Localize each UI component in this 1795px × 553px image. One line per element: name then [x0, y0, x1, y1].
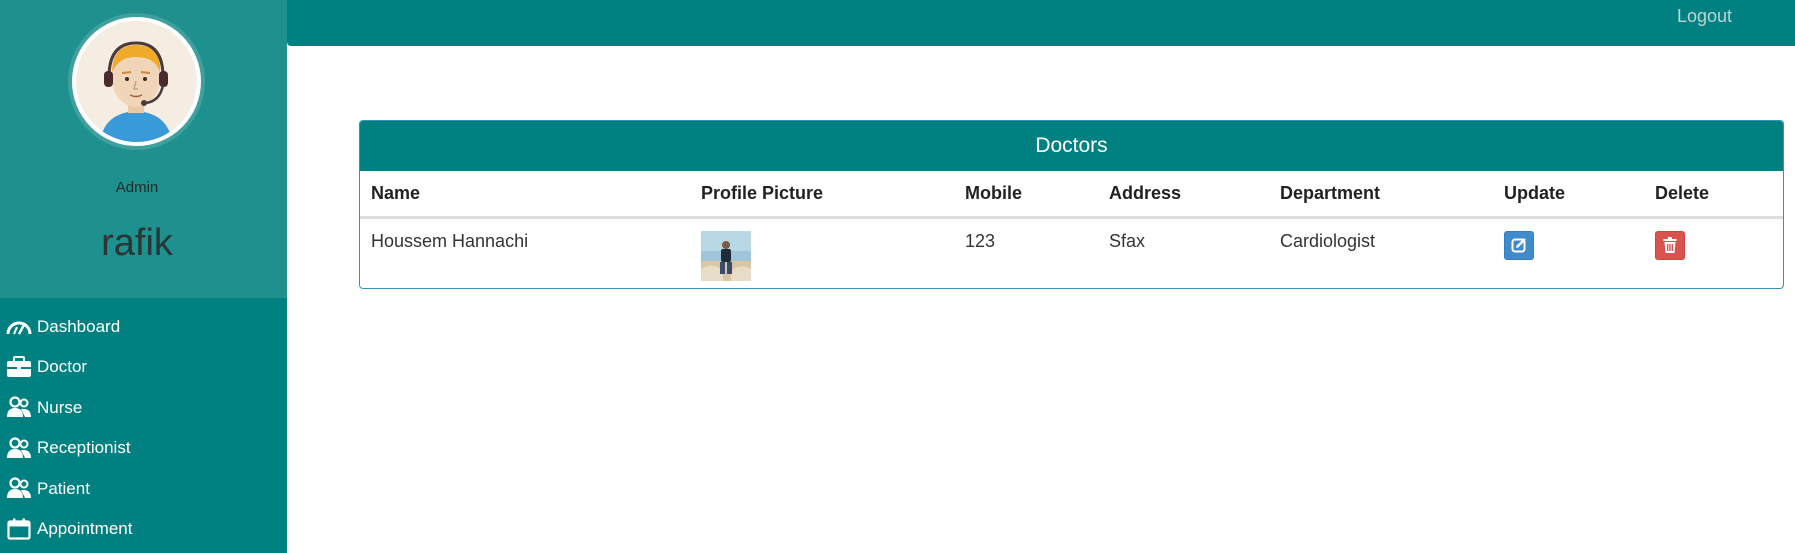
- column-header-name: Name: [360, 171, 690, 219]
- edit-icon: [1511, 238, 1526, 253]
- column-header-department: Department: [1269, 171, 1493, 219]
- sidebar-item-dashboard[interactable]: Dashboard: [0, 306, 287, 347]
- profile-section: Admin rafik: [0, 0, 287, 298]
- user-name: rafik: [101, 222, 173, 264]
- sidebar-item-receptionist[interactable]: Receptionist: [0, 428, 287, 469]
- users-icon: [5, 436, 33, 460]
- update-cell: [1493, 217, 1644, 288]
- sidebar-item-label: Receptionist: [37, 438, 131, 458]
- panel-title: Doctors: [360, 121, 1783, 171]
- sidebar-item-label: Patient: [37, 478, 90, 498]
- table-header-row: Name Profile Picture Mobile Address Depa…: [360, 171, 1783, 219]
- column-header-address: Address: [1098, 171, 1269, 219]
- trash-icon: [1663, 237, 1677, 253]
- column-header-delete: Delete: [1644, 171, 1783, 219]
- sidebar-item-label: Dashboard: [37, 316, 121, 336]
- calendar-icon: [5, 517, 33, 541]
- doctor-address: Sfax: [1109, 230, 1146, 251]
- doctor-name: Houssem Hannachi: [371, 230, 529, 251]
- sidebar-item-label: Nurse: [37, 397, 83, 417]
- doctor-department: Cardiologist: [1280, 230, 1376, 251]
- top-navbar: Logout: [287, 0, 1795, 46]
- sidebar-item-nurse[interactable]: Nurse: [0, 387, 287, 428]
- avatar: [72, 17, 201, 146]
- delete-button[interactable]: [1655, 230, 1685, 260]
- users-icon: [5, 395, 33, 419]
- doctor-profile-picture-cell: [690, 217, 954, 288]
- update-button[interactable]: [1504, 230, 1534, 260]
- sidebar: Admin rafik Dashboard Doctor Nurse Recep…: [0, 0, 287, 553]
- sidebar-item-label: Appointment: [37, 519, 133, 539]
- sidebar-item-appointment[interactable]: Appointment: [0, 509, 287, 550]
- column-header-update: Update: [1493, 171, 1644, 219]
- doctor-profile-picture: [701, 230, 751, 281]
- doctors-table: Name Profile Picture Mobile Address Depa…: [360, 171, 1783, 288]
- briefcase-icon: [5, 355, 33, 379]
- sidebar-item-label: Doctor: [37, 357, 88, 377]
- table-row: Houssem Hannachi 123 Sfax Cardiologist: [360, 217, 1783, 288]
- sidebar-item-patient[interactable]: Patient: [0, 468, 287, 509]
- column-header-profile-picture: Profile Picture: [690, 171, 954, 219]
- delete-cell: [1644, 217, 1783, 288]
- sidebar-nav: Dashboard Doctor Nurse Receptionist Pati…: [0, 306, 287, 549]
- dashboard-icon: [5, 314, 33, 338]
- doctors-panel: Doctors Name Profile Picture Mobile Addr…: [359, 120, 1784, 289]
- column-header-mobile: Mobile: [954, 171, 1098, 219]
- doctor-mobile: 123: [965, 230, 996, 251]
- sidebar-item-doctor[interactable]: Doctor: [0, 347, 287, 388]
- users-icon: [5, 476, 33, 500]
- logout-link[interactable]: Logout: [1677, 6, 1732, 27]
- user-role: Admin: [115, 179, 159, 196]
